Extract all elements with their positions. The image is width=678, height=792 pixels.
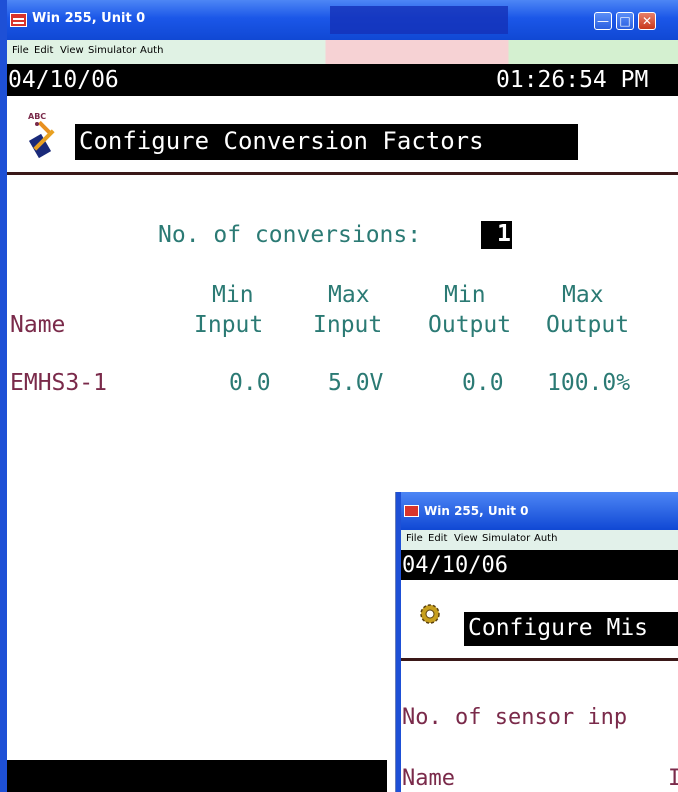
maximize-button[interactable]: □ (616, 12, 634, 30)
gear-icon (420, 604, 440, 624)
close-button[interactable]: ✕ (638, 12, 656, 30)
row-name[interactable]: EMHS3-1 (10, 370, 107, 396)
row-max-output[interactable]: 100.0% (547, 370, 630, 396)
second-window-title-box: Configure Mis (464, 612, 678, 646)
row-max-input[interactable]: 5.0V (328, 370, 383, 396)
second-window-page-title: Configure Mis (468, 615, 649, 641)
app-icon[interactable] (10, 13, 27, 27)
second-window-clipped-header: I (668, 766, 678, 791)
minimize-button[interactable]: — (594, 12, 612, 30)
row-min-input[interactable]: 0.0 (229, 370, 271, 396)
header-divider (0, 172, 678, 175)
menu-edit[interactable]: Edit (34, 45, 53, 56)
second-window-title: Win 255, Unit 0 (424, 504, 529, 518)
second-menu-file[interactable]: File (406, 533, 423, 544)
screen-title-box: Configure Conversion Factors (75, 124, 578, 160)
time-display: 01:26:54 PM (496, 67, 649, 93)
header-max-output-line1: Max (562, 282, 604, 308)
date-display: 04/10/06 (8, 67, 119, 93)
second-window-divider (396, 658, 678, 661)
window-title: Win 255, Unit 0 (32, 11, 146, 26)
conversions-count-field[interactable]: 1 (481, 221, 512, 249)
header-min-input-line1: Min (212, 282, 254, 308)
menu-auth[interactable]: Auth (140, 45, 163, 56)
second-window-date: 04/10/06 (402, 553, 508, 578)
row-min-output[interactable]: 0.0 (462, 370, 504, 396)
header-min-output-line1: Min (444, 282, 486, 308)
second-menu-auth[interactable]: Auth (534, 533, 557, 544)
second-menu-edit[interactable]: Edit (428, 533, 447, 544)
header-max-input-line2: Input (313, 312, 383, 338)
second-window[interactable]: Win 255, Unit 0 File Edit View Simulator… (396, 492, 678, 792)
header-max-input-line1: Max (328, 282, 370, 308)
menu-view[interactable]: View (60, 45, 84, 56)
icon-abc-text: ABC (28, 112, 46, 121)
second-window-app-icon[interactable] (404, 505, 419, 517)
sensor-inputs-label: No. of sensor inp (402, 705, 628, 730)
menu-file[interactable]: File (12, 45, 29, 56)
header-min-output-line2: Output (428, 312, 512, 338)
close-icon: ✕ (641, 14, 653, 28)
maximize-icon: □ (619, 14, 631, 28)
minimize-icon: — (597, 14, 609, 28)
second-window-menu-bar: File Edit View Simulator Auth (396, 530, 678, 550)
conversions-count-value: 1 (497, 221, 511, 247)
menu-bar: File Edit View Simulator Auth (0, 40, 678, 64)
header-name: Name (10, 312, 66, 338)
title-bar[interactable]: Win 255, Unit 0 — □ ✕ (0, 0, 678, 40)
second-window-date-bar: 04/10/06 (396, 550, 678, 580)
second-menu-simulator[interactable]: Simulator (482, 533, 530, 544)
title-bar-highlight (330, 6, 508, 34)
conversions-label: No. of conversions: (158, 222, 422, 248)
conversion-factors-icon: ABC (28, 112, 55, 159)
date-time-bar: 04/10/06 01:26:54 PM (0, 64, 678, 96)
header-min-input-line2: Input (194, 312, 264, 338)
status-bar (7, 760, 387, 792)
second-window-name-header: Name (402, 766, 455, 791)
second-window-title-bar[interactable]: Win 255, Unit 0 (396, 492, 678, 530)
menu-simulator[interactable]: Simulator (88, 45, 136, 56)
second-menu-view[interactable]: View (454, 533, 478, 544)
page-title: Configure Conversion Factors (79, 127, 484, 155)
header-max-output-line2: Output (546, 312, 630, 338)
